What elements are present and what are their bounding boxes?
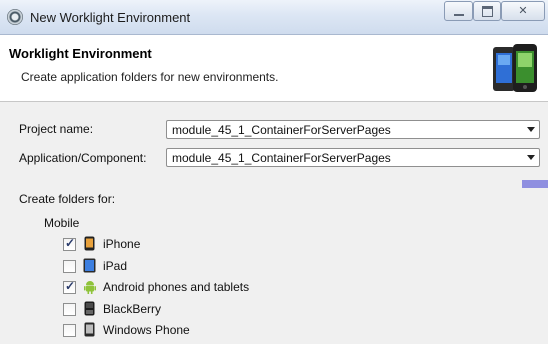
- project-name-label: Project name:: [19, 122, 94, 136]
- ipad-label: iPad: [103, 259, 128, 273]
- chevron-down-icon: [527, 127, 535, 132]
- android-label: Android phones and tablets: [103, 280, 250, 294]
- application-label: Application/Component:: [19, 151, 147, 165]
- banner-subtitle: Create application folders for new envir…: [21, 70, 279, 84]
- mobile-group-label: Mobile: [44, 216, 80, 230]
- close-icon: ✕: [518, 5, 528, 17]
- blackberry-checkbox[interactable]: [63, 303, 76, 316]
- project-name-combo[interactable]: module_45_1_ContainerForServerPages: [166, 120, 540, 139]
- application-value: module_45_1_ContainerForServerPages: [172, 151, 391, 165]
- close-button[interactable]: ✕: [501, 1, 545, 21]
- windows-phone-checkbox[interactable]: [63, 324, 76, 337]
- windows-phone-icon: [84, 322, 95, 337]
- blackberry-icon: [84, 301, 95, 316]
- scroll-indicator[interactable]: [522, 180, 548, 188]
- maximize-icon: [481, 6, 493, 17]
- ipad-checkbox[interactable]: [63, 260, 76, 273]
- android-checkbox[interactable]: [63, 279, 76, 294]
- windows-phone-label: Windows Phone: [103, 323, 190, 337]
- minimize-button[interactable]: [444, 1, 473, 21]
- chevron-down-icon: [527, 155, 535, 160]
- iphone-checkbox[interactable]: [63, 236, 76, 251]
- minimize-icon: [453, 14, 464, 16]
- wizard-banner: Worklight Environment Create application…: [0, 35, 548, 102]
- ipad-icon: [83, 258, 96, 273]
- blackberry-label: BlackBerry: [103, 302, 162, 316]
- banner-title: Worklight Environment: [9, 46, 152, 61]
- iphone-icon: [84, 236, 95, 251]
- android-icon: [84, 281, 96, 294]
- create-folders-label: Create folders for:: [19, 192, 116, 206]
- maximize-button[interactable]: [473, 1, 501, 21]
- application-combo[interactable]: module_45_1_ContainerForServerPages: [166, 148, 540, 167]
- devices-image: [493, 44, 537, 92]
- project-name-value: module_45_1_ContainerForServerPages: [172, 123, 391, 137]
- iphone-label: iPhone: [103, 237, 141, 251]
- app-gear-icon: [7, 9, 23, 25]
- window-title: New Worklight Environment: [30, 10, 191, 25]
- title-bar: New Worklight Environment ✕: [0, 0, 548, 35]
